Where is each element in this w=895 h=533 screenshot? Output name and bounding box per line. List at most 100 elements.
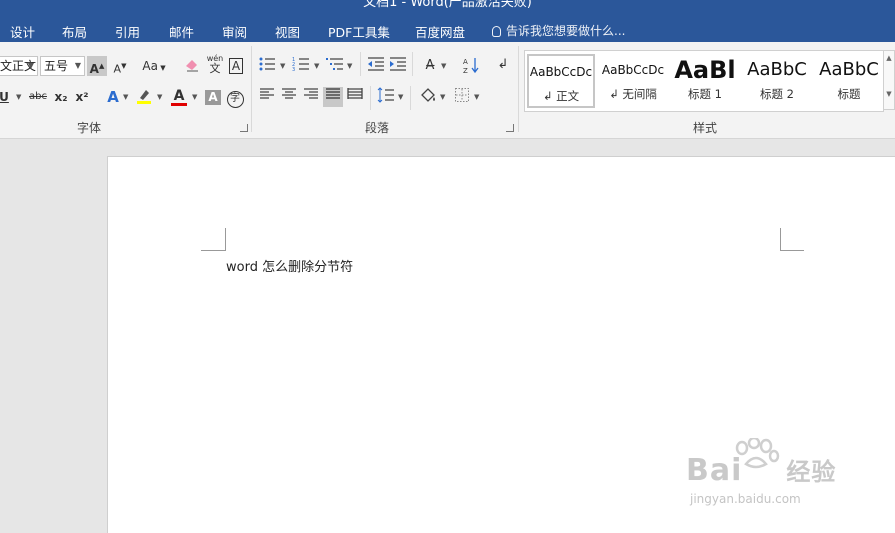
tell-me-text: 告诉我您想要做什么... xyxy=(506,24,626,38)
watermark-brand: Bai 经验 xyxy=(686,453,837,488)
tab-review[interactable]: 审阅 xyxy=(222,22,247,41)
font-dialog-launcher-icon[interactable] xyxy=(240,124,248,132)
justify-button[interactable] xyxy=(323,87,343,107)
svg-text:A: A xyxy=(463,58,468,66)
divider xyxy=(410,86,411,110)
chevron-down-icon[interactable]: ▼ xyxy=(123,93,128,101)
shading-button[interactable] xyxy=(418,87,438,107)
font-color-button[interactable]: A xyxy=(169,86,189,106)
chevron-down-icon[interactable]: ▼ xyxy=(314,62,319,70)
chevron-down-icon[interactable]: ▼ xyxy=(398,93,403,101)
divider xyxy=(412,52,413,76)
tab-baidu-netdisk[interactable]: 百度网盘 xyxy=(415,22,465,41)
tab-references[interactable]: 引用 xyxy=(115,22,140,41)
decrease-indent-icon xyxy=(368,57,384,71)
text-effects-button[interactable]: A xyxy=(103,87,123,107)
enclose-characters-button[interactable]: 字 xyxy=(225,87,245,108)
highlight-button[interactable] xyxy=(134,87,154,107)
chevron-down-icon[interactable]: ▼ xyxy=(347,62,352,70)
justify-icon xyxy=(326,88,340,99)
align-center-button[interactable] xyxy=(279,87,299,107)
document-text[interactable]: word 怎么删除分节符 xyxy=(226,256,353,275)
crop-mark xyxy=(780,228,781,251)
style-no-spacing[interactable]: AaBbCcDc ↲ 无间隔 xyxy=(599,54,667,108)
paragraph-group-label: 段落 xyxy=(365,121,390,135)
chinese-layout-button[interactable]: A̶ xyxy=(420,56,440,76)
align-left-icon xyxy=(260,88,274,99)
chevron-up-icon[interactable]: ▲ xyxy=(884,53,894,63)
chevron-down-icon[interactable]: ▼ xyxy=(157,93,162,101)
numbering-button[interactable]: 123 xyxy=(291,56,311,76)
baidu-jingyan-watermark: Bai 经验 jingyan.baidu.com xyxy=(686,438,846,528)
font-name-dropdown[interactable]: 文正文 ▼ xyxy=(0,56,38,76)
group-divider xyxy=(518,46,519,132)
numbering-icon: 123 xyxy=(292,57,309,73)
chevron-down-icon[interactable]: ▼ xyxy=(440,93,445,101)
tell-me-search[interactable]: 告诉我您想要做什么... xyxy=(492,22,625,39)
styles-gallery: AaBbCcDc ↲ 正文 AaBbCcDc ↲ 无间隔 AaBl 标题 1 A… xyxy=(524,50,884,112)
divider xyxy=(370,86,371,110)
clear-formatting-button[interactable] xyxy=(182,56,202,76)
decrease-indent-button[interactable] xyxy=(366,56,386,76)
strikethrough-button[interactable]: abc xyxy=(26,87,50,107)
tab-pdf-tools[interactable]: PDF工具集 xyxy=(328,22,390,41)
distributed-button[interactable] xyxy=(345,87,365,107)
underline-button[interactable]: U xyxy=(0,87,14,107)
character-border-button[interactable]: A xyxy=(226,56,246,76)
grow-font-button[interactable]: A▲ xyxy=(87,56,107,76)
superscript-button[interactable]: x² xyxy=(72,87,92,107)
svg-text:Z: Z xyxy=(463,67,468,74)
styles-gallery-scrollbar[interactable]: ▲ ▼ xyxy=(884,50,895,110)
align-center-icon xyxy=(282,88,296,99)
borders-button[interactable] xyxy=(452,87,472,107)
show-hide-marks-button[interactable]: ↲ xyxy=(493,55,513,75)
multilevel-list-button[interactable] xyxy=(325,56,345,76)
tab-mailings[interactable]: 邮件 xyxy=(169,22,194,41)
sort-button[interactable]: AZ xyxy=(462,56,482,76)
chevron-down-icon[interactable]: ▼ xyxy=(16,93,21,101)
phonetic-guide-button[interactable]: wén 文 xyxy=(205,54,225,74)
crop-mark xyxy=(201,250,225,251)
paragraph-mark-icon: ↲ xyxy=(497,57,509,72)
bullets-button[interactable] xyxy=(257,56,277,76)
style-heading-1[interactable]: AaBl 标题 1 xyxy=(671,54,739,108)
character-shading-button[interactable]: A xyxy=(203,87,223,107)
font-size-value: 五号 xyxy=(44,59,69,73)
chevron-down-icon[interactable]: ▼ xyxy=(441,62,446,70)
eraser-icon xyxy=(186,60,198,72)
watermark-site: jingyan.baidu.com xyxy=(690,492,801,506)
line-spacing-button[interactable] xyxy=(376,87,396,107)
crop-mark xyxy=(780,250,804,251)
chevron-down-icon[interactable]: ▼ xyxy=(280,62,285,70)
chinese-layout-icon: A̶ xyxy=(425,58,435,73)
font-size-dropdown[interactable]: 五号 ▼ xyxy=(40,56,85,76)
chevron-down-icon[interactable]: ▼ xyxy=(474,93,479,101)
shrink-font-button[interactable]: A▼ xyxy=(110,56,130,76)
tab-view[interactable]: 视图 xyxy=(275,22,300,41)
tab-layout[interactable]: 布局 xyxy=(62,22,87,41)
align-left-button[interactable] xyxy=(257,87,277,107)
sort-icon: AZ xyxy=(463,58,479,75)
paragraph-dialog-launcher-icon[interactable] xyxy=(506,124,514,132)
divider xyxy=(360,52,361,76)
style-normal[interactable]: AaBbCcDc ↲ 正文 xyxy=(527,54,595,108)
bullets-icon xyxy=(259,57,275,71)
style-heading-2[interactable]: AaBbC 标题 2 xyxy=(743,54,811,108)
chevron-down-icon[interactable]: ▼ xyxy=(192,93,197,101)
subscript-button[interactable]: x₂ xyxy=(51,87,71,107)
style-title[interactable]: AaBbC 标题 xyxy=(815,54,883,108)
chevron-down-icon[interactable]: ▼ xyxy=(884,89,894,99)
styles-group-label: 样式 xyxy=(693,121,718,135)
font-group-label: 字体 xyxy=(77,121,102,135)
window-title: 文档1 - Word(产品激活失败) xyxy=(363,0,532,10)
font-color-bar xyxy=(171,103,187,106)
distributed-icon xyxy=(347,88,363,99)
align-right-button[interactable] xyxy=(301,87,321,107)
font-color-icon: A xyxy=(173,88,185,104)
change-case-button[interactable]: Aa ▼ xyxy=(140,56,168,76)
chevron-down-icon: ▼ xyxy=(27,61,34,70)
align-right-icon xyxy=(304,88,318,99)
tab-design[interactable]: 设计 xyxy=(10,22,35,41)
increase-indent-button[interactable] xyxy=(388,56,408,76)
borders-icon xyxy=(455,88,469,102)
